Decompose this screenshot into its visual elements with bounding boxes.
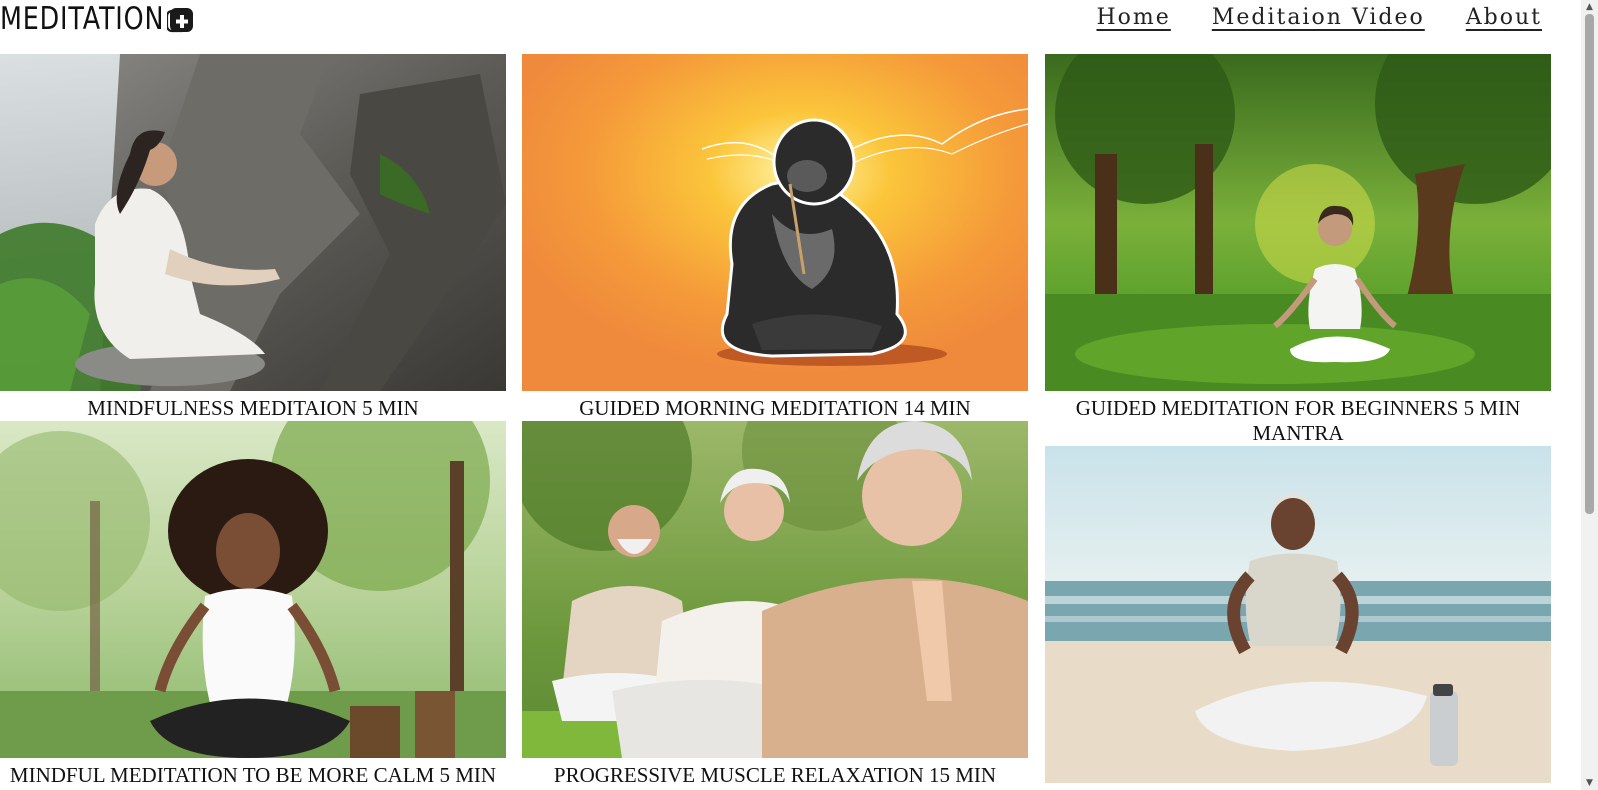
plus-square-icon	[167, 8, 193, 33]
scroll-up-arrow[interactable]: ▲	[1581, 0, 1598, 14]
video-card[interactable]: GUIDED MORNING MEDITATION 14 MIN	[522, 54, 1028, 421]
video-thumbnail[interactable]	[0, 421, 506, 758]
video-card[interactable]	[1045, 446, 1551, 788]
scroll-thumb[interactable]	[1585, 14, 1594, 514]
video-thumbnail[interactable]	[1045, 446, 1551, 783]
video-title[interactable]: GUIDED MORNING MEDITATION 14 MIN	[522, 396, 1028, 421]
video-title[interactable]: GUIDED MEDITATION FOR BEGINNERS 5 MIN MA…	[1045, 396, 1551, 446]
logo-text: MEDITATION	[0, 1, 165, 37]
video-title[interactable]: MINDFULNESS MEDITAION 5 MIN	[0, 396, 506, 421]
video-card[interactable]: MINDFUL MEDITATION TO BE MORE CALM 5 MIN	[0, 421, 506, 788]
video-thumbnail[interactable]	[522, 421, 1028, 758]
site-logo[interactable]: MEDITATION	[0, 0, 200, 38]
nav-home-link[interactable]: Home	[1097, 5, 1171, 30]
video-title[interactable]: PROGRESSIVE MUSCLE RELAXATION 15 MIN	[522, 763, 1028, 788]
video-title[interactable]: MINDFUL MEDITATION TO BE MORE CALM 5 MIN	[0, 763, 506, 788]
video-thumbnail[interactable]	[0, 54, 506, 391]
video-thumbnail[interactable]	[1045, 54, 1551, 391]
video-card[interactable]: PROGRESSIVE MUSCLE RELAXATION 15 MIN	[522, 421, 1028, 788]
nav-meditation-video-link[interactable]: Meditaion Video	[1212, 5, 1425, 30]
video-card[interactable]: GUIDED MEDITATION FOR BEGINNERS 5 MIN MA…	[1045, 54, 1551, 446]
main-nav: Home Meditaion Video About	[1097, 0, 1543, 34]
video-thumbnail[interactable]	[522, 54, 1028, 391]
scroll-down-arrow[interactable]: ▼	[1581, 776, 1598, 790]
page-scrollbar[interactable]: ▲ ▼	[1581, 0, 1598, 790]
video-card[interactable]: MINDFULNESS MEDITAION 5 MIN	[0, 54, 506, 421]
nav-about-link[interactable]: About	[1466, 5, 1542, 30]
